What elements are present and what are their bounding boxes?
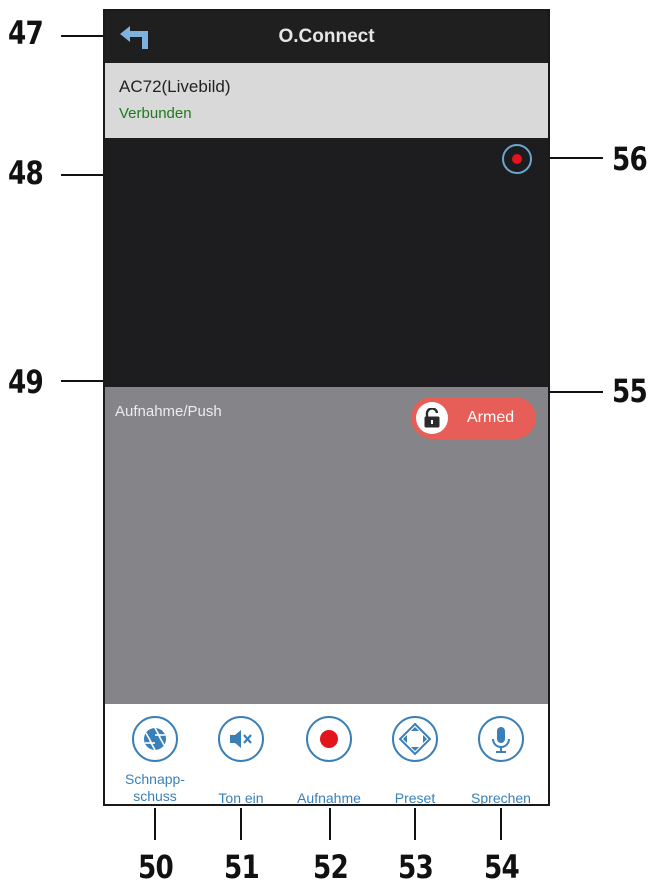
device-info-bar: AC72(Livebild) Verbunden <box>105 63 548 138</box>
recording-push-label: Aufnahme/Push <box>115 403 222 420</box>
callout-54: 54 <box>484 848 520 886</box>
callout-line-49 <box>61 380 105 382</box>
device-name: AC72(Livebild) <box>119 77 231 96</box>
armed-label: Armed <box>467 409 515 426</box>
toggle-knob <box>416 402 448 434</box>
callout-53: 53 <box>398 848 434 886</box>
speak-label: Sprechen <box>471 790 531 806</box>
unlock-icon <box>424 408 440 428</box>
live-video-view[interactable] <box>105 138 548 387</box>
callout-47: 47 <box>8 14 44 52</box>
callout-line-54 <box>500 808 502 840</box>
callout-line-51 <box>240 808 242 840</box>
direction-pad-icon <box>392 716 438 762</box>
armed-toggle[interactable]: Armed <box>411 397 536 439</box>
snapshot-label: Schnapp- schuss <box>125 771 185 804</box>
record-label: Aufnahme <box>297 790 361 806</box>
callout-52: 52 <box>313 848 349 886</box>
preset-button[interactable]: Preset <box>372 704 458 806</box>
record-dot <box>512 154 522 164</box>
bottom-toolbar: Schnapp- schuss Ton ein Aufnahme Preset … <box>105 704 548 806</box>
callout-line-52 <box>329 808 331 840</box>
record-indicator-icon[interactable] <box>502 144 532 174</box>
callout-51: 51 <box>224 848 260 886</box>
microphone-icon <box>478 716 524 762</box>
speak-button[interactable]: Sprechen <box>458 704 544 806</box>
callout-line-55 <box>541 391 603 393</box>
callout-line-53 <box>414 808 416 840</box>
shutter-icon <box>132 716 178 762</box>
callout-49: 49 <box>8 363 44 401</box>
record-icon <box>306 716 352 762</box>
recording-push-panel: Aufnahme/Push Armed <box>105 387 548 704</box>
phone-screen: O.Connect AC72(Livebild) Verbunden Aufna… <box>103 9 550 806</box>
callout-55: 55 <box>612 372 648 410</box>
sound-button[interactable]: Ton ein <box>198 704 284 806</box>
record-button[interactable]: Aufnahme <box>286 704 372 806</box>
callout-line-56 <box>547 157 603 159</box>
app-header: O.Connect <box>105 11 548 63</box>
callout-line-50 <box>154 808 156 840</box>
callout-48: 48 <box>8 154 44 192</box>
connection-status: Verbunden <box>119 105 192 122</box>
callout-56: 56 <box>612 140 648 178</box>
sound-label: Ton ein <box>218 790 264 806</box>
mute-speaker-icon <box>218 716 264 762</box>
app-title: O.Connect <box>278 26 375 47</box>
preset-label: Preset <box>394 790 436 806</box>
snapshot-button[interactable]: Schnapp- schuss <box>112 704 198 804</box>
callout-50: 50 <box>138 848 174 886</box>
